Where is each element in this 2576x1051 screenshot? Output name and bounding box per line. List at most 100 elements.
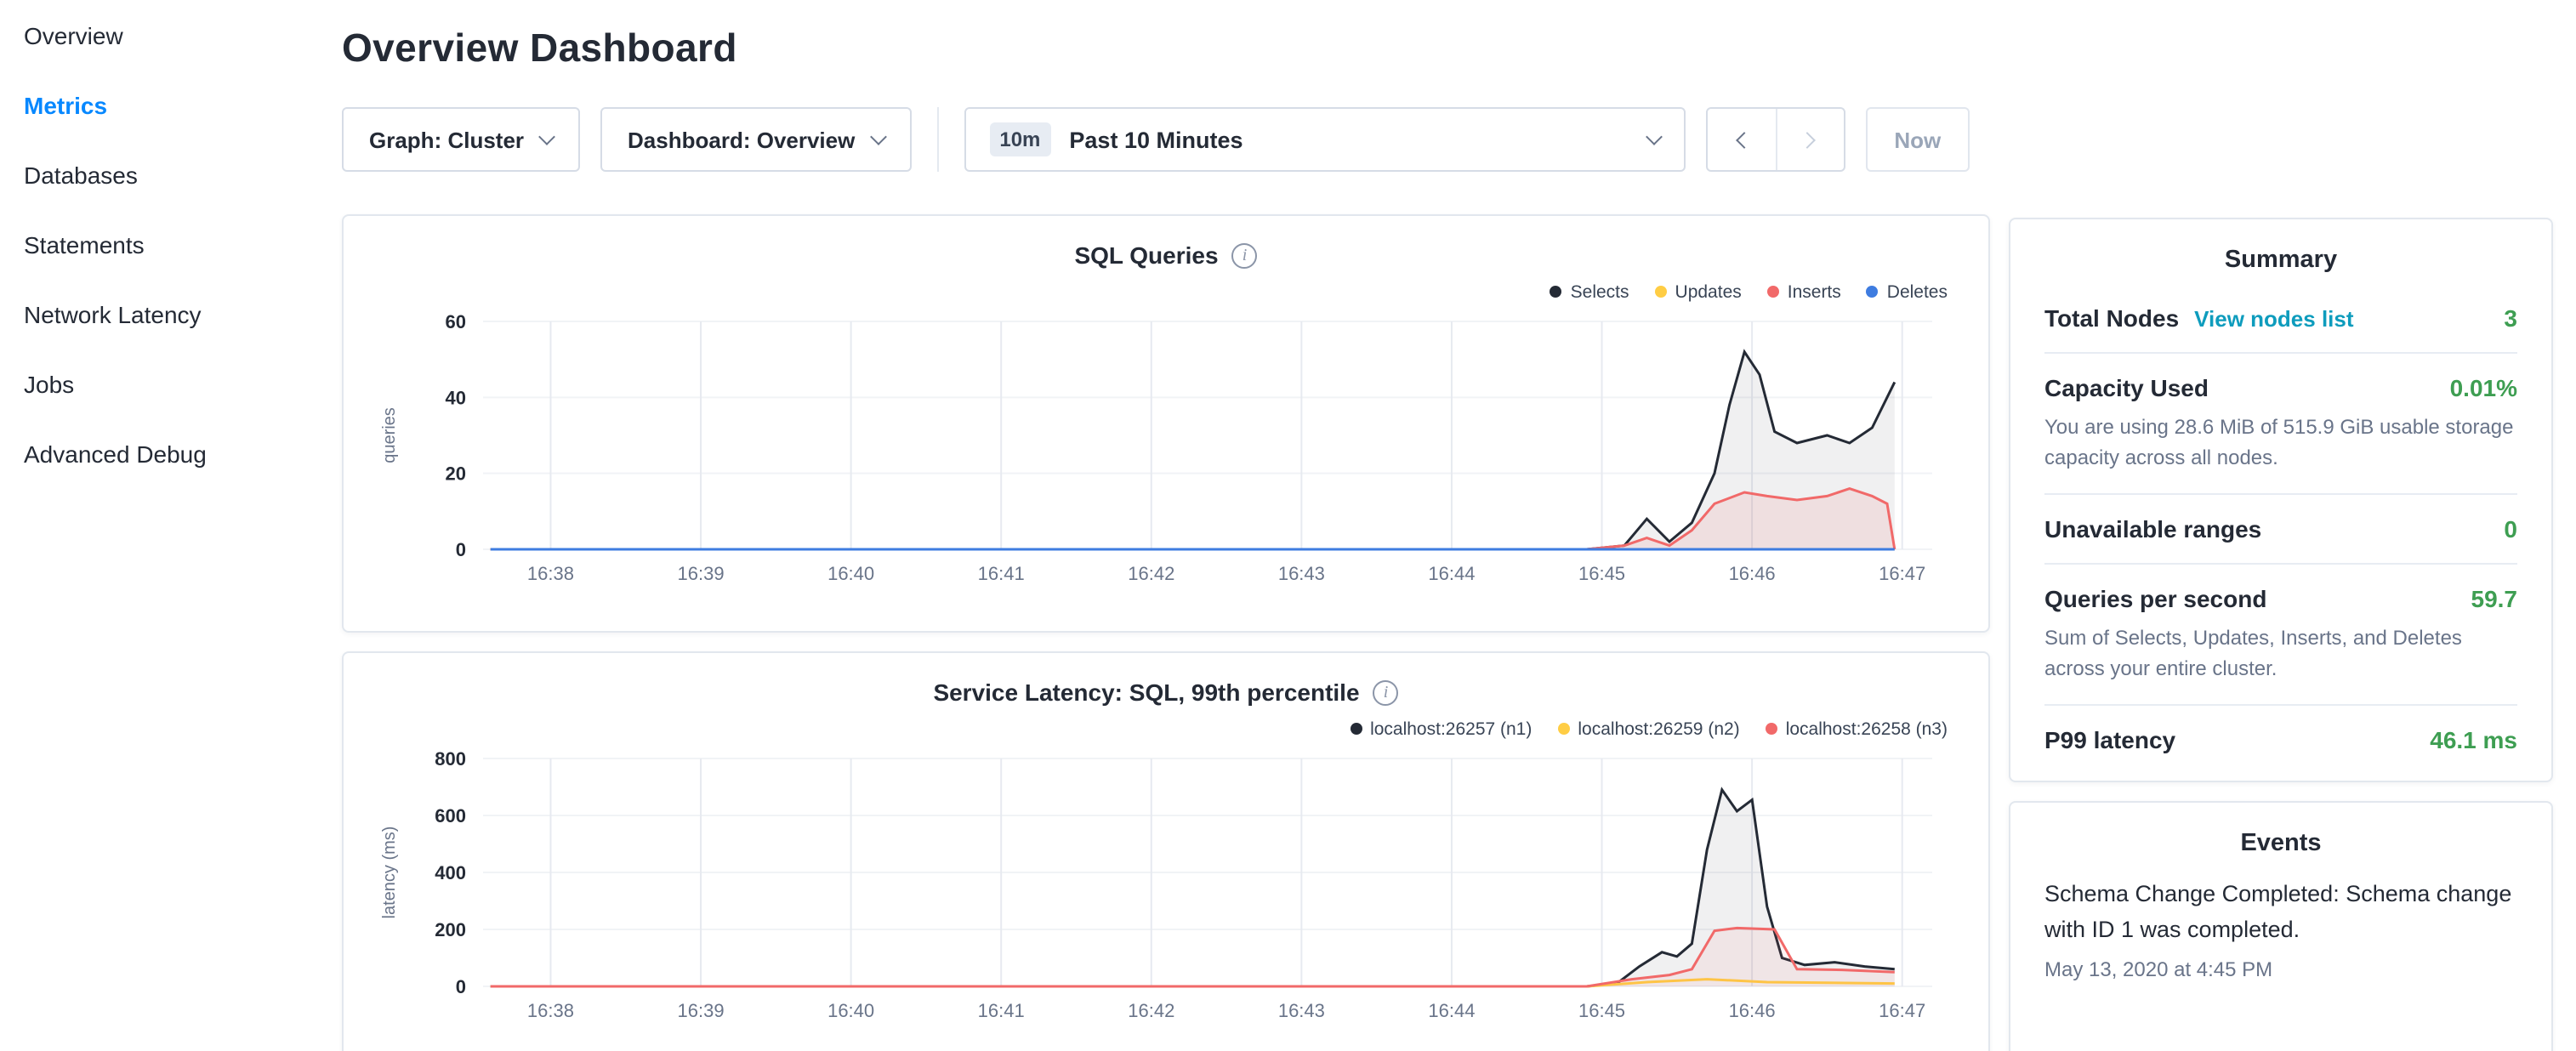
legend-item: localhost:26258 (n3) <box>1766 718 1948 740</box>
p99-latency-label: P99 latency <box>2044 726 2175 753</box>
now-button[interactable]: Now <box>1865 107 1970 172</box>
event-message: Schema Change Completed: Schema change w… <box>2044 878 2517 949</box>
sidebar-item[interactable]: Overview <box>24 0 318 70</box>
summary-total-nodes: Total Nodes View nodes list 3 <box>2044 284 2517 354</box>
svg-text:16:47: 16:47 <box>1879 563 1925 584</box>
service-latency-chart-card: Service Latency: SQL, 99th percentile i … <box>342 651 1990 1051</box>
capacity-used-label: Capacity Used <box>2044 374 2209 401</box>
sidebar-item[interactable]: Databases <box>24 139 318 209</box>
svg-text:16:38: 16:38 <box>527 563 574 584</box>
legend-dot-icon <box>1867 286 1879 298</box>
legend-item: Selects <box>1550 281 1629 303</box>
svg-text:16:41: 16:41 <box>978 1000 1025 1021</box>
svg-text:16:45: 16:45 <box>1578 1000 1625 1021</box>
svg-text:16:45: 16:45 <box>1578 563 1625 584</box>
time-back-button[interactable] <box>1707 109 1775 170</box>
chevron-left-icon <box>1735 131 1752 148</box>
time-forward-button[interactable] <box>1775 109 1843 170</box>
summary-unavailable-ranges: Unavailable ranges 0 <box>2044 495 2517 565</box>
sidebar-item[interactable]: Statements <box>24 209 318 279</box>
legend-dot-icon <box>1767 286 1779 298</box>
page-title: Overview Dashboard <box>342 26 1992 71</box>
chevron-down-icon <box>869 128 886 145</box>
svg-text:16:47: 16:47 <box>1879 1000 1925 1021</box>
sidebar-item[interactable]: Metrics <box>24 70 318 139</box>
toolbar: Graph: Cluster Dashboard: Overview 10m P… <box>342 107 1992 172</box>
time-range-picker[interactable]: 10m Past 10 Minutes <box>964 107 1685 172</box>
svg-text:16:43: 16:43 <box>1278 563 1325 584</box>
sidebar-item-label: Jobs <box>24 370 74 397</box>
svg-text:16:39: 16:39 <box>678 563 725 584</box>
events-panel: Events Schema Change Completed: Schema c… <box>2009 801 2553 1051</box>
main-content: Overview Dashboard Graph: Cluster Dashbo… <box>342 0 1992 1051</box>
view-nodes-list-link[interactable]: View nodes list <box>2194 306 2353 332</box>
chart-title: SQL Queries <box>1074 241 1218 269</box>
legend-item: Inserts <box>1767 281 1841 303</box>
legend-item: localhost:26257 (n1) <box>1350 718 1532 740</box>
info-icon[interactable]: i <box>1232 242 1258 268</box>
time-range-badge: 10m <box>989 122 1050 156</box>
sql-queries-chart-card: SQL Queries i Selects Updates Inserts Delet… <box>342 214 1990 633</box>
svg-text:20: 20 <box>446 463 466 485</box>
chart-title: Service Latency: SQL, 99th percentile <box>933 679 1359 706</box>
chevron-down-icon <box>1645 128 1662 145</box>
total-nodes-value: 3 <box>2504 304 2517 332</box>
svg-text:16:42: 16:42 <box>1128 563 1174 584</box>
legend-label: Deletes <box>1887 281 1948 302</box>
svg-text:16:39: 16:39 <box>678 1000 725 1021</box>
svg-text:800: 800 <box>435 748 466 770</box>
info-icon[interactable]: i <box>1373 679 1399 705</box>
graph-scope-dropdown[interactable]: Graph: Cluster <box>342 107 580 172</box>
qps-description: Sum of Selects, Updates, Inserts, and De… <box>2044 622 2517 684</box>
svg-text:60: 60 <box>446 311 466 332</box>
legend-label: Updates <box>1675 281 1742 302</box>
svg-text:16:46: 16:46 <box>1729 1000 1776 1021</box>
time-range-label: Past 10 Minutes <box>1069 127 1629 152</box>
events-title: Events <box>2044 830 2517 857</box>
legend-item: Deletes <box>1867 281 1948 303</box>
dashboard-dropdown[interactable]: Dashboard: Overview <box>600 107 911 172</box>
chart-title-row: SQL Queries i <box>374 241 1958 269</box>
sidebar-item-label: Advanced Debug <box>24 440 207 467</box>
capacity-used-description: You are using 28.6 MiB of 515.9 GiB usab… <box>2044 412 2517 473</box>
chevron-right-icon <box>1799 131 1816 148</box>
sidebar-item[interactable]: Jobs <box>24 349 318 418</box>
sidebar-item-label: Overview <box>24 21 123 48</box>
legend-label: localhost:26257 (n1) <box>1370 719 1532 739</box>
time-pager <box>1705 107 1845 172</box>
total-nodes-label: Total Nodes <box>2044 304 2179 332</box>
summary-panel: Summary Total Nodes View nodes list 3 Ca… <box>2009 218 2553 782</box>
summary-p99-latency: P99 latency 46.1 ms <box>2044 706 2517 774</box>
sidebar-item-label: Statements <box>24 230 145 258</box>
svg-text:queries: queries <box>380 407 399 463</box>
svg-text:16:43: 16:43 <box>1278 1000 1325 1021</box>
svg-text:16:46: 16:46 <box>1729 563 1776 584</box>
svg-text:40: 40 <box>446 387 466 408</box>
sidebar-item-label: Network Latency <box>24 300 202 327</box>
legend-dot-icon <box>1550 286 1562 298</box>
sidebar-item[interactable]: Advanced Debug <box>24 418 318 488</box>
svg-text:latency (ms): latency (ms) <box>380 827 399 919</box>
legend-label: localhost:26258 (n3) <box>1786 719 1948 739</box>
right-sidebar: Summary Total Nodes View nodes list 3 Ca… <box>1992 0 2560 1051</box>
svg-text:600: 600 <box>435 805 466 827</box>
toolbar-divider <box>936 107 938 172</box>
sidebar-item[interactable]: Network Latency <box>24 279 318 349</box>
sql-queries-chart[interactable]: 16:3816:3916:4016:4116:4216:4316:4416:45… <box>374 308 1956 594</box>
sidebar-items: Overview Metrics Databases Statements Ne… <box>24 0 318 488</box>
legend-label: localhost:26259 (n2) <box>1578 719 1739 739</box>
chart-legend: localhost:26257 (n1) localhost:26259 (n2)… <box>374 718 1948 740</box>
app-window: Overview Metrics Databases Statements Ne… <box>0 0 2576 1051</box>
svg-text:16:42: 16:42 <box>1128 1000 1174 1021</box>
legend-dot-icon <box>1557 723 1569 735</box>
chart-legend: Selects Updates Inserts Deletes <box>374 281 1948 303</box>
svg-text:16:44: 16:44 <box>1428 1000 1475 1021</box>
capacity-used-value: 0.01% <box>2450 374 2517 401</box>
summary-capacity: Capacity Used 0.01% You are using 28.6 M… <box>2044 354 2517 495</box>
sidebar-nav: Overview Metrics Databases Statements Ne… <box>0 0 342 1051</box>
svg-text:16:38: 16:38 <box>527 1000 574 1021</box>
svg-text:16:44: 16:44 <box>1428 563 1475 584</box>
summary-title: Summary <box>2044 247 2517 274</box>
service-latency-chart[interactable]: 16:3816:3916:4016:4116:4216:4316:4416:45… <box>374 745 1956 1031</box>
p99-latency-value: 46.1 ms <box>2430 726 2517 753</box>
